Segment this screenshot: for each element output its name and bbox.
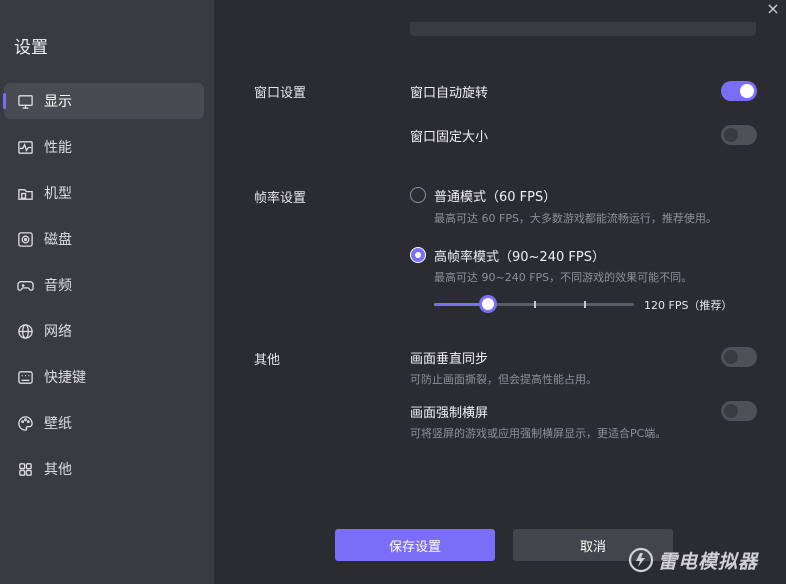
save-button[interactable]: 保存设置 (335, 529, 495, 561)
high-fps-desc: 最高可达 90~240 FPS，不同游戏的效果可能不同。 (434, 271, 693, 284)
high-fps-label[interactable]: 高帧率模式（90~240 FPS） (434, 246, 605, 265)
sidebar-item-model[interactable]: 机型 (4, 175, 204, 211)
close-button[interactable]: × (764, 0, 782, 18)
sidebar-item-label: 其他 (44, 462, 72, 478)
sidebar-item-label: 音频 (44, 278, 72, 294)
sidebar-item-display[interactable]: 显示 (3, 83, 204, 119)
palette-icon (16, 414, 34, 432)
fps-slider[interactable] (434, 295, 634, 313)
toggle-knob (724, 128, 738, 142)
sidebar-item-disk[interactable]: 磁盘 (4, 221, 204, 257)
normal-mode-desc: 最高可达 60 FPS，大多数游戏都能流畅运行，推荐使用。 (434, 212, 717, 225)
sidebar-item-label: 显示 (44, 94, 72, 110)
vsync-label: 画面垂直同步 (410, 352, 489, 367)
vsync-desc: 可防止画面撕裂，但会提高性能占用。 (410, 373, 597, 386)
high-fps-radio[interactable] (410, 247, 426, 263)
fps-value-label: 120 FPS（推荐） (644, 299, 733, 312)
sidebar-item-label: 机型 (44, 186, 72, 202)
vsync-toggle[interactable] (721, 347, 757, 367)
slider-tick (534, 301, 536, 308)
slider-tick (584, 301, 586, 308)
section-label-fps: 帧率设置 (254, 191, 307, 206)
globe-icon (16, 322, 34, 340)
brand-logo-icon (628, 547, 654, 573)
phone-icon (16, 184, 34, 202)
grid-icon (16, 460, 34, 478)
toggle-knob (724, 404, 738, 418)
toggle-knob (740, 84, 754, 98)
sidebar-item-network[interactable]: 网络 (4, 313, 204, 349)
keyboard-icon (16, 368, 34, 386)
sidebar-item-shortcuts[interactable]: 快捷键 (4, 359, 204, 395)
gamepad-icon (16, 276, 34, 294)
sidebar-item-audio[interactable]: 音频 (4, 267, 204, 303)
normal-mode-label[interactable]: 普通模式（60 FPS） (434, 186, 556, 205)
section-label-other: 其他 (254, 353, 281, 368)
sidebar-item-label: 磁盘 (44, 232, 72, 248)
sidebar-item-other[interactable]: 其他 (4, 451, 204, 487)
monitor-icon (16, 92, 34, 110)
sidebar-item-wallpaper[interactable]: 壁纸 (4, 405, 204, 441)
sidebar-title: 设置 (14, 38, 48, 58)
sidebar-item-performance[interactable]: 性能 (4, 129, 204, 165)
force-landscape-toggle[interactable] (721, 401, 757, 421)
brand-name: 雷电模拟器 (658, 550, 759, 573)
slider-thumb[interactable] (479, 295, 497, 313)
sidebar-item-label: 快捷键 (44, 370, 86, 386)
force-landscape-label: 画面强制横屏 (410, 406, 489, 421)
toggle-knob (724, 350, 738, 364)
auto-rotate-label: 窗口自动旋转 (410, 86, 489, 101)
force-landscape-desc: 可将竖屏的游戏或应用强制横屏显示，更适合PC端。 (410, 427, 667, 440)
sidebar-item-label: 性能 (44, 140, 72, 156)
sidebar-item-label: 网络 (44, 324, 72, 340)
normal-mode-radio[interactable] (410, 187, 426, 203)
disk-icon (16, 230, 34, 248)
sidebar-item-label: 壁纸 (44, 416, 72, 432)
pulse-icon (16, 138, 34, 156)
section-label-window: 窗口设置 (254, 86, 307, 101)
previous-setting-field[interactable] (410, 22, 756, 36)
auto-rotate-toggle[interactable] (721, 81, 757, 101)
fixed-size-toggle[interactable] (721, 125, 757, 145)
fixed-size-label: 窗口固定大小 (410, 130, 489, 145)
sidebar: 设置 显示 性能 机型 磁盘 音频 网络 快捷键 壁纸 其他 (0, 0, 214, 584)
brand-watermark: 雷电模拟器 (628, 546, 758, 574)
